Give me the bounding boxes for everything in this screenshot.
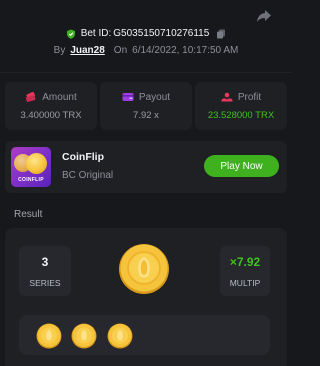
game-card: COINFLIP CoinFlip BC Original Play Now: [5, 141, 287, 193]
result-heading: Result: [14, 209, 43, 220]
stat-profit-value: 23.528000 TRX: [207, 109, 275, 121]
stat-payout-label: Payout: [138, 91, 171, 103]
stat-amount-label: Amount: [42, 91, 77, 103]
payout-icon: [122, 93, 134, 101]
result-panel: 3 SERIES ×7.92 MULTIP: [5, 228, 287, 366]
bet-stats: Amount 3.400000 TRX Payout 7.92 x Profit…: [5, 82, 287, 130]
coin-result-icon: [119, 244, 169, 294]
multiplier-value: ×7.92: [229, 254, 261, 269]
stat-payout-value: 7.92 x: [133, 109, 159, 121]
coin-icon: [71, 323, 97, 349]
play-now-button[interactable]: Play Now: [204, 155, 279, 177]
bet-byline: By Juan28 On 6/14/2022, 10:17:50 AM: [0, 45, 292, 56]
series-value: 3: [41, 254, 49, 269]
bet-datetime: 6/14/2022, 10:17:50 AM: [132, 45, 239, 56]
stat-profit: Profit 23.528000 TRX: [195, 82, 287, 130]
game-provider: BC Original: [62, 170, 114, 181]
by-label: By: [53, 45, 66, 56]
series-box: 3 SERIES: [19, 246, 71, 296]
multiplier-label: MULTIP: [229, 277, 261, 288]
header-divider: [0, 72, 292, 73]
coin-history-row: [19, 315, 270, 355]
stat-amount-value: 3.400000 TRX: [20, 109, 82, 121]
game-name: CoinFlip: [62, 151, 104, 163]
amount-icon: [26, 92, 36, 102]
copy-icon[interactable]: [216, 29, 226, 39]
stat-profit-label: Profit: [237, 91, 262, 103]
thumbnail-text: COINFLIP: [18, 177, 44, 183]
bet-id-value: G5035150710276115: [113, 28, 210, 39]
profit-icon: [221, 92, 233, 102]
series-label: SERIES: [29, 277, 61, 288]
on-label: On: [113, 45, 128, 56]
stat-payout: Payout 7.92 x: [100, 82, 192, 130]
bet-id-line: Bet ID: G5035150710276115: [0, 28, 292, 39]
share-icon[interactable]: [256, 8, 272, 24]
stat-amount: Amount 3.400000 TRX: [5, 82, 97, 130]
username-link[interactable]: Juan28: [70, 45, 104, 56]
coinflip-thumbnail[interactable]: COINFLIP: [11, 147, 51, 187]
verified-shield-icon: [66, 29, 75, 39]
coin-icon: [107, 323, 133, 349]
coin-icon: [36, 323, 62, 349]
multiplier-box: ×7.92 MULTIP: [220, 246, 270, 296]
bet-id-label: Bet ID:: [80, 28, 112, 39]
